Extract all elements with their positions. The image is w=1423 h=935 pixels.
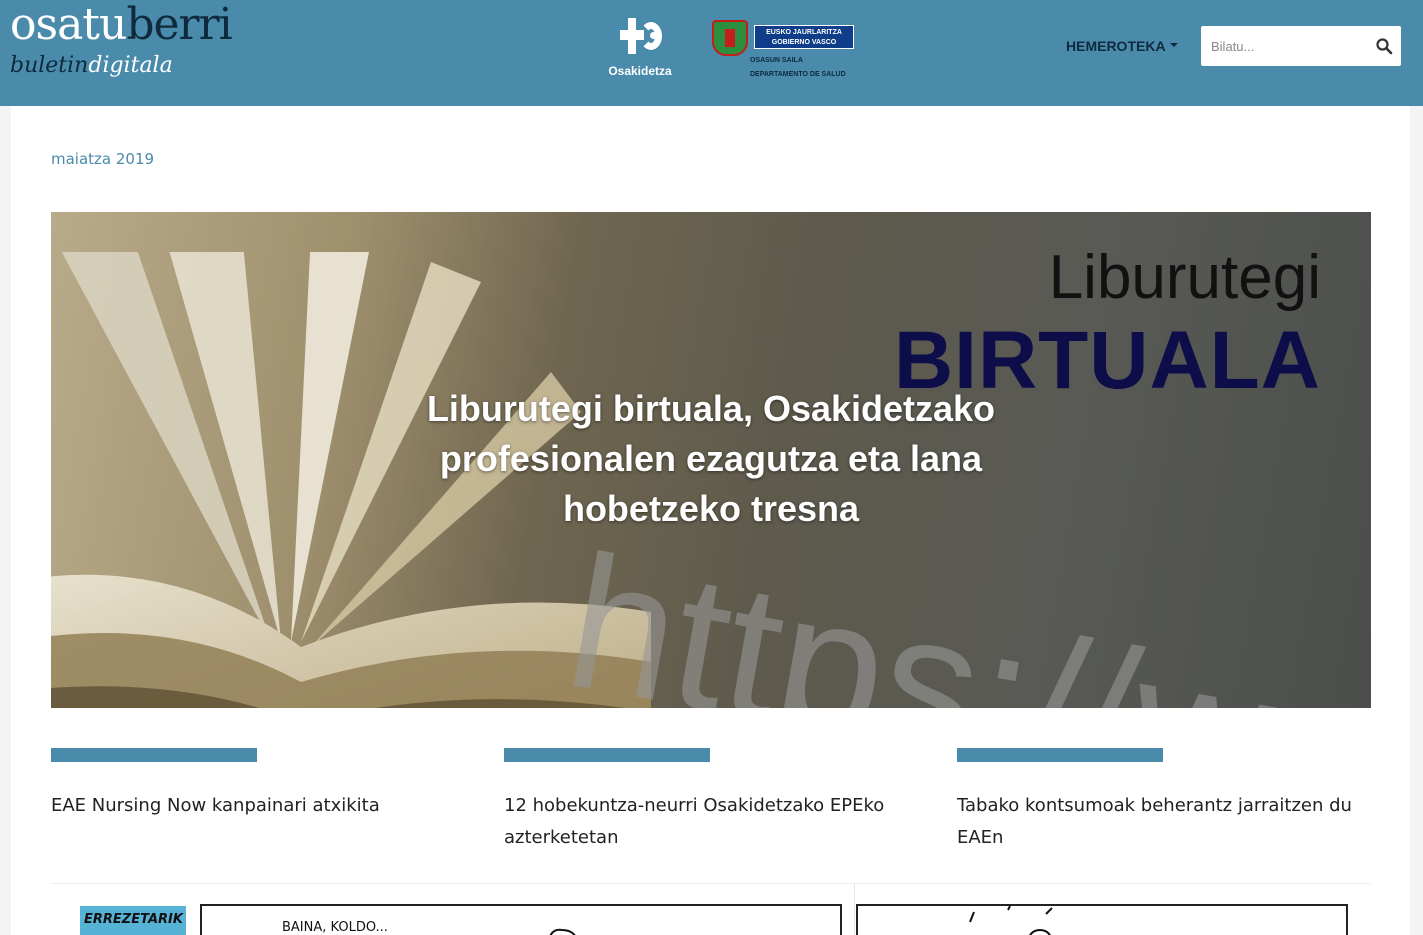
comic-drawing-icon bbox=[549, 928, 576, 935]
coat-of-arms-icon bbox=[712, 20, 748, 56]
logo-title-part2: berri bbox=[126, 0, 232, 50]
search-input[interactable] bbox=[1201, 26, 1361, 66]
news-card[interactable]: Tabako kontsumoak beherantz jarraitzen d… bbox=[957, 748, 1367, 854]
logo-subtitle-part1: buletin bbox=[10, 53, 89, 78]
gov-department-line1: OSASUN SAILA bbox=[750, 57, 803, 64]
logo-title-part1: osatu bbox=[10, 0, 127, 50]
hero-article[interactable]: Liburutegi BIRTUALA https://www Liburute… bbox=[51, 212, 1371, 708]
basque-government-logo[interactable]: EUSKO JAURLARITZA GOBIERNO VASCO OSASUN … bbox=[710, 20, 860, 82]
hero-image-url-text: https://www bbox=[553, 514, 1371, 708]
osakidetza-icon bbox=[620, 18, 662, 54]
gov-department: OSASUN SAILA DEPARTAMENTO DE SALUD bbox=[750, 54, 846, 82]
gov-name-line2: GOBIERNO VASCO bbox=[771, 39, 837, 46]
news-card-accent-bar bbox=[504, 748, 710, 762]
news-card-accent-bar bbox=[957, 748, 1163, 762]
news-card-title[interactable]: 12 hobekuntza-neurri Osakidetzako EPEko … bbox=[504, 790, 914, 854]
news-card-accent-bar bbox=[51, 748, 257, 762]
osakidetza-logo[interactable]: Osakidetza bbox=[600, 18, 680, 78]
comic-speech-text: BAINA, KOLDO... bbox=[282, 920, 388, 935]
comic-drawing-icon bbox=[969, 906, 1053, 935]
comic-strip-section: ERREZETARIK BAINA, KOLDO... bbox=[51, 883, 1371, 935]
logo-title: osatuberri bbox=[10, 0, 233, 50]
top-header: osatuberri buletindigitala Osakidetza EU… bbox=[0, 0, 1423, 106]
search-icon[interactable] bbox=[1375, 37, 1393, 55]
gov-name-line1: EUSKO JAURLARITZA bbox=[766, 29, 842, 36]
news-card-title[interactable]: Tabako kontsumoak beherantz jarraitzen d… bbox=[957, 790, 1367, 854]
hemeroteka-menu-label: HEMEROTEKA bbox=[1066, 38, 1166, 54]
logo-subtitle: buletindigitala bbox=[10, 54, 232, 78]
main-content: maiatza 2019 Liburutegi BIRTUALA https:/… bbox=[11, 106, 1410, 935]
logo-subtitle-part2: digitala bbox=[88, 53, 173, 78]
comic-divider bbox=[854, 884, 855, 935]
gov-department-line2: DEPARTAMENTO DE SALUD bbox=[750, 71, 846, 78]
comic-panel[interactable] bbox=[856, 904, 1348, 935]
hemeroteka-menu[interactable]: HEMEROTEKA bbox=[1066, 38, 1178, 54]
search-box bbox=[1201, 26, 1401, 66]
hero-image-word1: Liburutegi bbox=[1048, 243, 1321, 312]
news-card[interactable]: 12 hobekuntza-neurri Osakidetzako EPEko … bbox=[504, 748, 914, 854]
hero-headline[interactable]: Liburutegi birtuala, Osakidetzako profes… bbox=[381, 384, 1041, 534]
news-card[interactable]: EAE Nursing Now kanpainari atxikita bbox=[51, 748, 461, 822]
site-logo[interactable]: osatuberri buletindigitala bbox=[10, 0, 233, 78]
comic-panel[interactable]: BAINA, KOLDO... bbox=[200, 904, 842, 935]
news-card-title[interactable]: EAE Nursing Now kanpainari atxikita bbox=[51, 790, 461, 822]
comic-section-tag: ERREZETARIK bbox=[80, 906, 186, 935]
gov-name-box: EUSKO JAURLARITZA GOBIERNO VASCO bbox=[754, 25, 854, 49]
osakidetza-label: Osakidetza bbox=[608, 64, 672, 78]
chevron-down-icon bbox=[1169, 43, 1178, 47]
issue-date: maiatza 2019 bbox=[51, 150, 155, 168]
